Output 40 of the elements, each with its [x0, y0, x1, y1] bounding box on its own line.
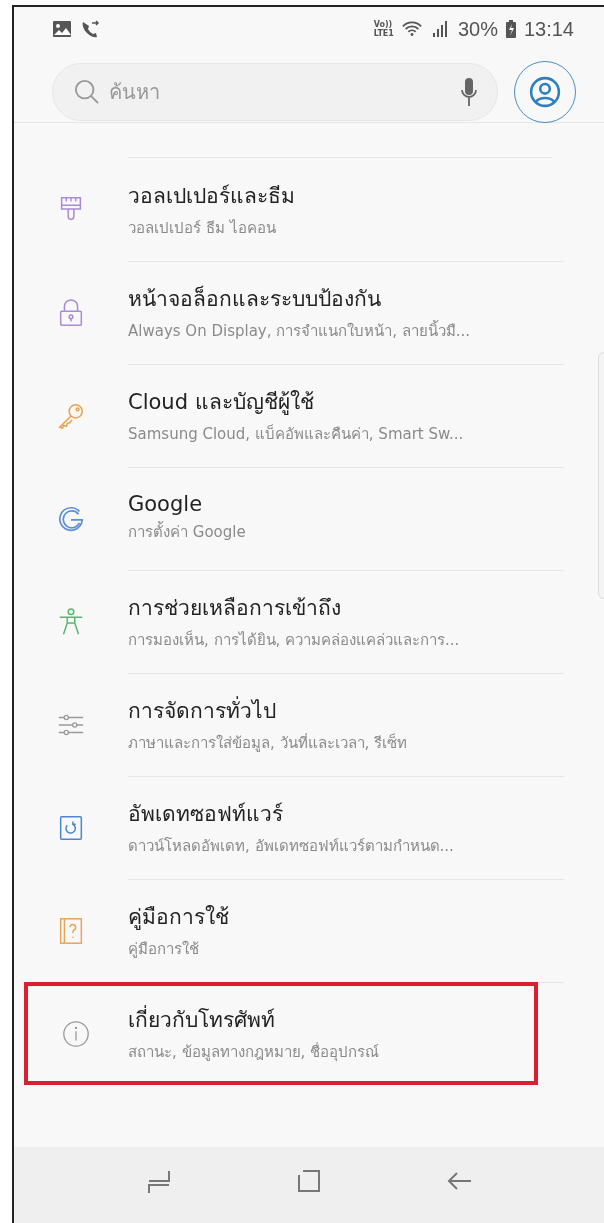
clock: 13:14	[523, 17, 574, 41]
item-subtitle: การตั้งค่า Google	[128, 520, 247, 543]
wifi-icon	[401, 20, 422, 38]
item-subtitle: การมองเห็น, การได้ยิน, ความคล่องแคล่วและการ...	[128, 629, 461, 651]
item-title: อัพเดทซอฟท์แวร์	[128, 800, 284, 828]
settings-item[interactable]: วอลเปเปอร์และธีม วอลเปเปอร์ ธีม ไอคอน	[14, 158, 592, 261]
settings-item[interactable]: การจัดการทั่วไป ภาษาและการใส่ข้อมูล, วันที่และเวลา, รีเซ็ท	[14, 673, 592, 776]
call-forward-icon	[80, 20, 100, 38]
battery-icon	[505, 20, 516, 38]
item-subtitle: Always On Display, การจำแนกใบหน้า, ลายนิ้วมื...	[128, 319, 472, 342]
item-title: Cloud และบัญชีผู้ใช้	[128, 388, 315, 417]
item-subtitle: สถานะ, ข้อมูลทางกฎหมาย, ชื่ออุปกรณ์	[128, 1041, 381, 1064]
item-title: หน้าจอล็อกและระบบป้องกัน	[128, 284, 382, 313]
item-subtitle: Samsung Cloud, แบ็คอัพและคืนค่า, Smart Sw...	[128, 423, 465, 445]
item-title: Google	[128, 492, 204, 516]
home-icon[interactable]	[295, 1167, 323, 1195]
gallery-icon	[52, 20, 72, 38]
item-title: การจัดการทั่วไป	[128, 695, 277, 725]
item-subtitle: คู่มือการใช้	[128, 938, 200, 960]
item-title: คู่มือการใช้	[128, 903, 230, 932]
item-subtitle: วอลเปเปอร์ ธีม ไอคอน	[128, 217, 277, 239]
settings-item[interactable]: อัพเดทซอฟท์แวร์ ดาวน์โหลดอัพเดท, อัพเดทซอฟท์แวร์ตามกำหนด...	[14, 776, 592, 879]
settings-item[interactable]: คู่มือการใช้ คู่มือการใช้	[14, 879, 592, 982]
settings-item[interactable]: Cloud และบัญชีผู้ใช้ Samsung Cloud, แบ็คอัพและคืนค่า, Smart Sw...	[14, 364, 592, 467]
microphone-icon[interactable]	[461, 76, 477, 107]
item-subtitle: ดาวน์โหลดอัพเดท, อัพเดทซอฟท์แวร์ตามกำหนด...	[128, 835, 455, 857]
settings-item[interactable]: การช่วยเหลือการเข้าถึง การมองเห็น, การได้ยิน, ความคล่องแคล่วและการ...	[14, 570, 592, 673]
battery-percent: 30%	[457, 17, 498, 41]
settings-item[interactable]: หน้าจอล็อกและระบบป้องกัน Always On Display, การจำแนกใบหน้า, ลายนิ้วมื...	[14, 261, 592, 364]
search-icon	[73, 77, 101, 106]
item-subtitle: ภาษาและการใส่ข้อมูล, วันที่และเวลา, รีเซ็ท	[128, 732, 409, 754]
search-bar[interactable]: ค้นหา	[52, 62, 498, 121]
search-input[interactable]: ค้นหา	[107, 78, 455, 105]
settings-item[interactable]: Google การตั้งค่า Google	[14, 467, 592, 570]
item-title: การช่วยเหลือการเข้าถึง	[128, 594, 342, 622]
item-title: เกี่ยวกับโทรศัพท์	[128, 1003, 538, 1036]
item-title: วอลเปเปอร์และธีม	[128, 182, 296, 210]
network-label: Vo)) LTE1	[373, 20, 394, 38]
settings-item[interactable]: เกี่ยวกับโทรศัพท์ สถานะ, ข้อมูลทางกฎหมาย, ชื่ออุปกรณ์	[24, 982, 538, 1085]
account-icon	[529, 75, 561, 108]
